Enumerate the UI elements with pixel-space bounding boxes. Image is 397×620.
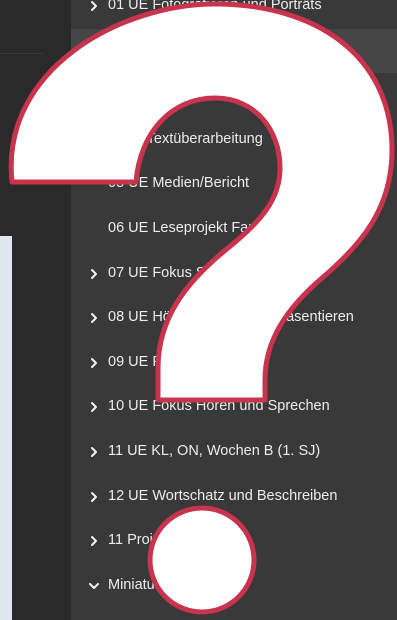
chevron-right-icon[interactable] <box>88 535 100 547</box>
tree-item-label: 03 UE Sachtexte lesen <box>108 86 256 103</box>
tree-item-label: Miniaturen <box>108 576 176 593</box>
chevron-right-icon[interactable] <box>88 401 100 413</box>
tree-item-label: 04 KI-Textüberarbeitung <box>108 130 263 147</box>
chevron-right-icon[interactable] <box>88 491 100 503</box>
chevron-down-icon[interactable] <box>88 580 100 592</box>
tree-item-label: 11 Projekt Gruppe <box>108 532 225 549</box>
tree-item[interactable]: 06 UE Leseprojekt Fantastik <box>71 207 397 251</box>
tree-item-label: 05 UE Medien/Bericht <box>108 175 250 192</box>
left-content-area <box>0 236 12 620</box>
tree-item[interactable]: 05 UE Medien/Bericht <box>71 162 397 206</box>
tree-item-label: 10 UE Fokus Hören und Sprechen <box>108 398 330 415</box>
left-divider <box>0 53 43 54</box>
tree-item[interactable]: 09 UE Fokus Lesen <box>71 341 397 385</box>
chevron-right-icon[interactable] <box>88 357 100 369</box>
left-panel <box>0 0 71 620</box>
tree-item-label: 12 UE Wortschatz und Beschreiben <box>108 487 338 504</box>
chevron-right-icon[interactable] <box>88 446 100 458</box>
chevron-right-icon[interactable] <box>88 312 100 324</box>
tree-item[interactable]: 08 UE Hörverstehen und Präsentieren <box>71 296 397 340</box>
tree-item-label: 11 UE KL, ON, Wochen B (1. SJ) <box>108 443 321 459</box>
tree-item-label: 02 UE ... <box>108 41 165 58</box>
chevron-right-icon[interactable] <box>88 0 100 12</box>
tree-item-label: 06 UE Leseprojekt Fantastik <box>108 220 291 236</box>
folder-tree: 01 UE Fotografieren und Porträts 02 UE ..… <box>71 0 397 620</box>
tree-item[interactable]: 11 UE KL, ON, Wochen B (1. SJ) <box>71 430 397 474</box>
tree-item[interactable]: 04 KI-Textüberarbeitung <box>71 118 397 162</box>
tree-item-label: 01 UE Fotografieren und Porträts <box>108 0 322 13</box>
chevron-right-icon[interactable] <box>88 268 100 280</box>
tree-item[interactable]: 10 UE Fokus Hören und Sprechen <box>71 385 397 429</box>
tree-item-label: 07 UE Fokus Schreiben <box>108 264 262 281</box>
tree-item-label: 09 UE Fokus Lesen <box>108 353 236 370</box>
tree-item[interactable]: 12 UE Wortschatz und Beschreiben <box>71 475 397 519</box>
tree-item[interactable]: 11 Projekt Gruppe <box>71 519 397 563</box>
chevron-right-icon[interactable] <box>88 45 100 57</box>
tree-item[interactable]: 01 UE Fotografieren und Porträts <box>71 0 397 28</box>
tree-item[interactable]: 02 UE ... <box>71 28 397 73</box>
tree-item-label: 08 UE Hörverstehen und Präsentieren <box>108 309 354 326</box>
tree-item[interactable]: 07 UE Fokus Schreiben <box>71 252 397 296</box>
tree-item[interactable]: Miniaturen <box>71 564 397 608</box>
tree-item[interactable]: 03 UE Sachtexte lesen <box>71 73 397 117</box>
